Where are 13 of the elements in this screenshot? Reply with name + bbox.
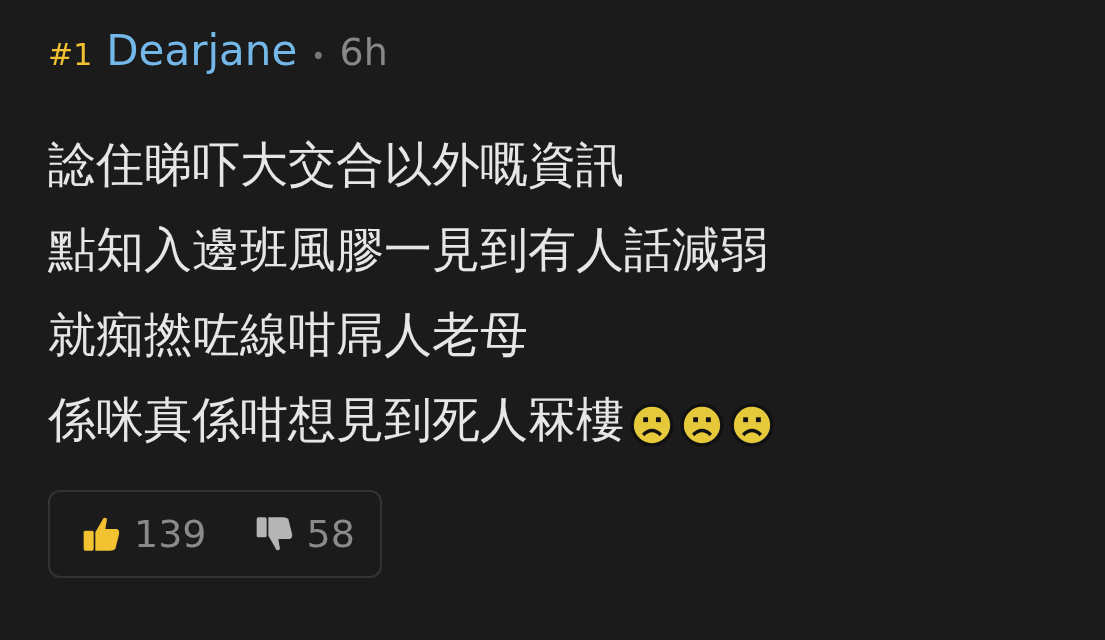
sad-face-icon	[730, 402, 774, 447]
separator-dot: •	[311, 43, 326, 71]
downvote-button[interactable]: 58	[254, 512, 355, 556]
upvote-button[interactable]: 139	[82, 512, 207, 556]
sad-face-icon	[630, 402, 674, 447]
post-text-line: 就痴撚咗線咁屌人老母	[48, 304, 528, 364]
sad-face-icon	[680, 402, 724, 447]
author-name[interactable]: Dearjane	[106, 26, 298, 75]
post-text-line: 點知入邊班風膠一見到有人話減弱	[48, 219, 768, 279]
post-text-line: 係咪真係咁想見到死人冧樓	[48, 389, 624, 449]
post-time: 6h	[339, 30, 388, 74]
post-text-line: 諗住睇吓大交合以外嘅資訊	[48, 134, 624, 194]
post-number: #1	[48, 37, 93, 72]
